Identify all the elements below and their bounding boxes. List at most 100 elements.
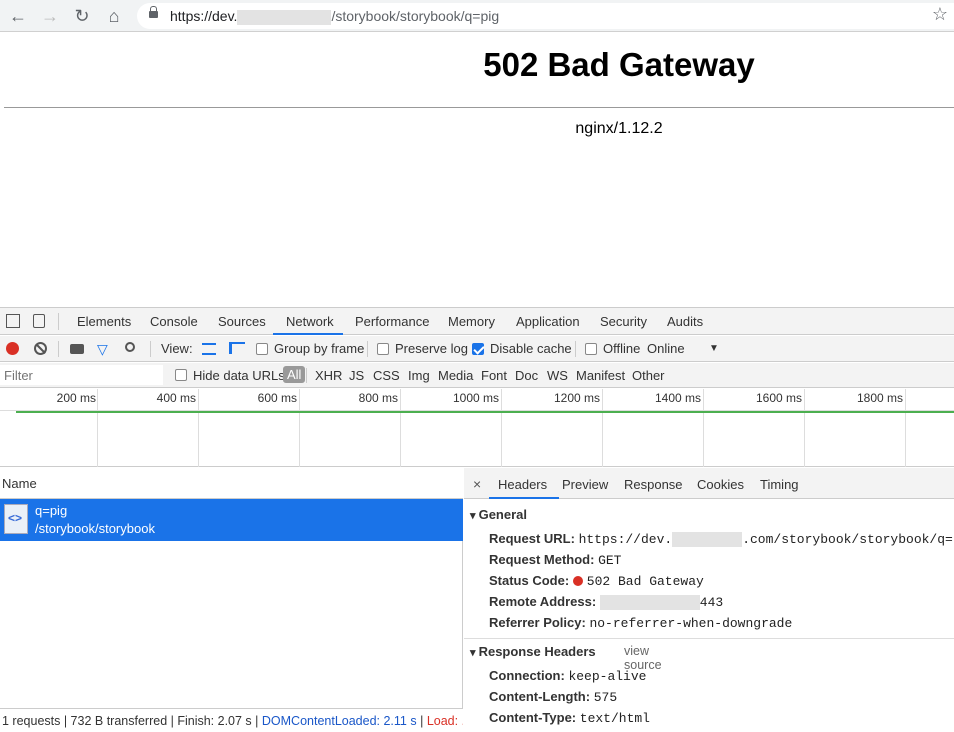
tab-audits[interactable]: Audits [667,314,703,329]
request-details: × Headers Preview Response Cookies Timin… [464,468,954,732]
type-filter-ws[interactable]: WS [547,368,568,383]
devtools-tabs: Elements Console Sources Network Perform… [0,308,954,335]
request-row[interactable]: q=pig /storybook/storybook [0,499,463,541]
preserve-log-checkbox[interactable] [377,343,389,355]
tick-label: 200 ms [56,391,96,405]
large-rows-icon[interactable] [202,343,216,355]
tab-console[interactable]: Console [150,314,198,329]
overview-timeline[interactable]: 200 ms 400 ms 600 ms 800 ms 1000 ms 1200… [0,389,954,467]
forward-icon[interactable]: → [38,4,62,28]
remote-address-row: Remote Address: 443 [489,594,724,611]
back-icon[interactable]: ← [6,4,30,28]
request-name: q=pig [35,503,68,518]
details-tabs: × Headers Preview Response Cookies Timin… [464,468,954,499]
search-icon[interactable] [125,342,135,352]
dcl-marker-line [16,411,954,413]
type-filter-doc[interactable]: Doc [515,368,538,383]
tab-memory[interactable]: Memory [448,314,495,329]
name-column-header[interactable]: Name [0,468,463,499]
tick-label: 1600 ms [755,391,802,405]
connection-row: Connection: keep-alive [489,668,647,684]
group-by-frame-label: Group by frame [274,341,365,356]
record-icon[interactable] [6,342,19,355]
type-filter-xhr[interactable]: XHR [315,368,342,383]
page-title: 502 Bad Gateway [483,46,755,83]
disable-cache-label: Disable cache [490,341,572,356]
server-signature: nginx/1.12.2 [575,120,663,137]
document-icon [4,504,28,534]
tab-response[interactable]: Response [624,477,683,492]
tick-label: 1800 ms [856,391,903,405]
hide-data-urls-label: Hide data URLs [193,368,285,383]
filter-bar: Hide data URLs All XHR JS CSS Img Media … [0,363,954,388]
type-filter-img[interactable]: Img [408,368,430,383]
tick-label: 400 ms [156,391,196,405]
tab-performance[interactable]: Performance [355,314,429,329]
tick-label: 1200 ms [553,391,600,405]
type-filter-other[interactable]: Other [632,368,665,383]
devtools-panel: Elements Console Sources Network Perform… [0,307,954,732]
status-code-row: Status Code: 502 Bad Gateway [489,573,704,589]
url-text[interactable]: https://dev./storybook/storybook/q=pig [170,8,499,25]
filter-input[interactable] [0,365,163,385]
error-status-dot [572,576,583,586]
dom-content-loaded: DOMContentLoaded: 2.11 s [261,714,417,728]
view-label: View: [161,341,193,356]
redacted-ip [599,595,700,611]
request-list: Name q=pig /storybook/storybook 1 reques… [0,468,463,732]
type-filter-all[interactable]: All [283,366,306,383]
tab-application[interactable]: Application [516,314,580,329]
home-icon[interactable]: ⌂ [102,4,126,28]
offline-label: Offline [603,341,641,356]
redacted-domain [672,532,743,548]
redacted-domain [237,9,332,25]
tick-label: 1000 ms [452,391,499,405]
tab-network[interactable]: Network [286,314,334,329]
horizontal-rule [4,107,954,108]
tab-elements[interactable]: Elements [77,314,131,329]
tab-cookies[interactable]: Cookies [697,477,744,492]
lock-icon [149,6,158,18]
close-icon[interactable]: × [473,476,481,492]
chevron-down-icon[interactable]: ▼ [709,343,719,354]
device-toolbar-icon[interactable] [33,314,45,328]
tab-sources[interactable]: Sources [218,314,266,329]
type-filter-font[interactable]: Font [481,368,507,383]
content-length-row: Content-Length: 575 [489,689,618,705]
network-summary: 1 requests | 732 B transferred | Finish:… [0,708,463,732]
reload-icon[interactable]: ↻ [70,4,94,28]
active-tab-indicator [489,497,559,499]
tick-label: 1400 ms [654,391,701,405]
throttling-select[interactable]: Online [647,341,685,356]
tab-headers[interactable]: Headers [498,477,547,492]
offline-checkbox[interactable] [585,343,597,355]
request-method-row: Request Method: GET [489,552,622,568]
tab-timing[interactable]: Timing [760,477,799,492]
hide-data-urls-checkbox[interactable] [175,369,187,381]
disable-cache-checkbox[interactable] [472,343,484,355]
type-filter-js[interactable]: JS [349,368,364,383]
browser-toolbar: ← → ↻ ⌂ https://dev./storybook/storybook… [0,0,954,32]
tab-preview[interactable]: Preview [562,477,608,492]
general-section-header[interactable]: General [470,507,527,522]
bookmark-star-icon[interactable]: ☆ [932,4,948,25]
clear-icon[interactable] [34,342,47,355]
camera-icon[interactable] [70,344,84,354]
type-filter-manifest[interactable]: Manifest [576,368,625,383]
filter-icon[interactable]: ▽ [97,341,108,358]
preserve-log-label: Preserve log [395,341,468,356]
type-filter-media[interactable]: Media [438,368,473,383]
inspect-element-icon[interactable] [6,314,20,328]
active-tab-indicator [273,333,343,335]
type-filter-css[interactable]: CSS [373,368,400,383]
request-url-row: Request URL: https://dev. .com/storybook/… [489,531,954,548]
request-path: /storybook/storybook [35,521,155,536]
tick-label: 800 ms [358,391,398,405]
tab-security[interactable]: Security [600,314,647,329]
waterfall-icon[interactable] [229,342,245,354]
response-headers-section-header[interactable]: Response Headersview source [470,644,662,672]
referrer-policy-row: Referrer Policy: no-referrer-when-downgr… [489,615,793,631]
address-bar[interactable]: https://dev./storybook/storybook/q=pig ☆ [137,3,954,29]
group-by-frame-checkbox[interactable] [256,343,268,355]
load-time: Load: ... [426,714,463,728]
